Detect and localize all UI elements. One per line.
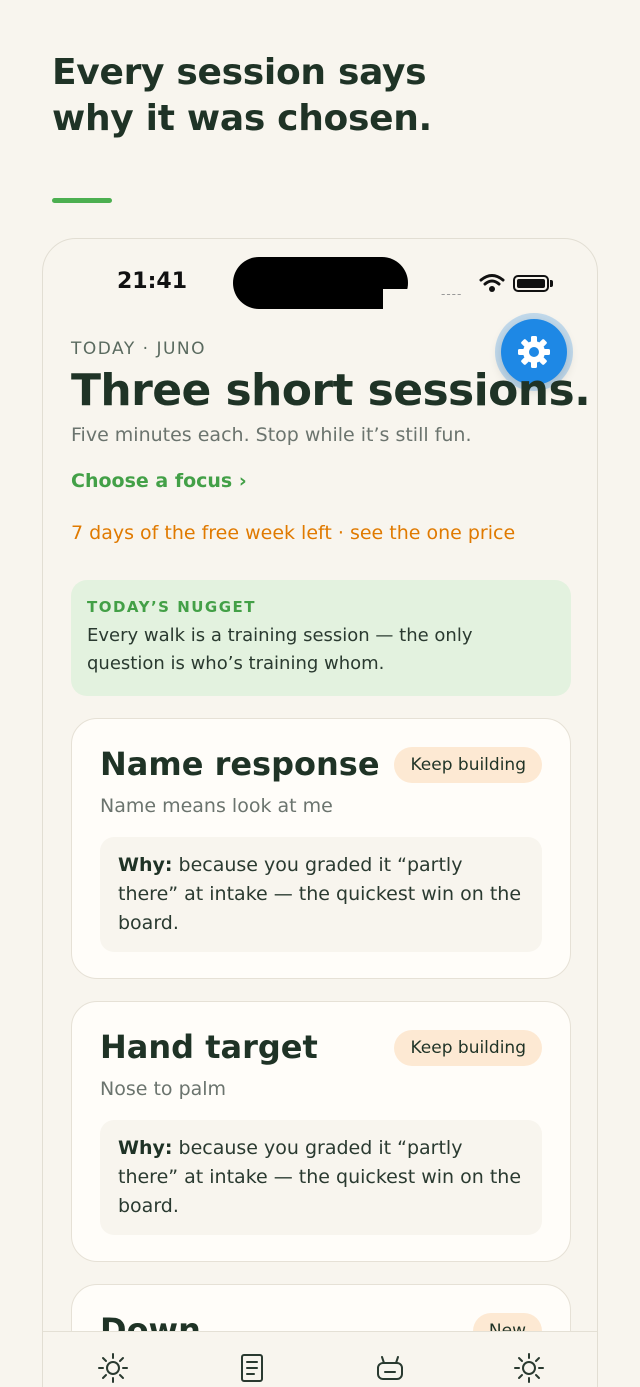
why-explanation: Why: because you graded it “partly there…	[100, 837, 542, 952]
battery-tip	[550, 280, 553, 287]
session-card-name-response[interactable]: Name response Keep building Name means l…	[71, 718, 571, 979]
nugget-label: TODAY’S NUGGET	[87, 598, 257, 616]
free-trial-link[interactable]: 7 days of the free week left · see the o…	[71, 522, 571, 544]
accent-divider	[52, 198, 112, 203]
status-badge: Keep building	[394, 1030, 542, 1066]
settings-sun-icon[interactable]	[513, 1352, 545, 1384]
todays-nugget: TODAY’S NUGGET Every walk is a training …	[71, 580, 571, 696]
sun-icon[interactable]	[97, 1352, 129, 1384]
session-subtitle: Name means look at me	[100, 795, 333, 817]
page-title: Three short sessions.	[71, 365, 591, 416]
bottom-tab-bar	[43, 1331, 597, 1387]
status-time: 21:41	[117, 269, 188, 294]
eyebrow-label: TODAY · JUNO	[71, 339, 207, 359]
why-label: Why:	[118, 1137, 173, 1159]
why-text: because you graded it “partly there” at …	[118, 854, 522, 934]
choose-focus-link[interactable]: Choose a focus ›	[71, 470, 571, 492]
headline-line-1: Every session says	[52, 52, 427, 93]
battery-icon	[513, 275, 549, 292]
session-subtitle: Nose to palm	[100, 1078, 227, 1100]
phone-frame: 21:41 ---- TODAY · JUNO Three short sess…	[42, 238, 598, 1387]
session-card-hand-target[interactable]: Hand target Keep building Nose to palm W…	[71, 1001, 571, 1262]
page-subtitle: Five minutes each. Stop while it’s still…	[71, 424, 472, 446]
wifi-icon	[479, 274, 505, 292]
notes-icon[interactable]	[236, 1352, 268, 1384]
why-label: Why:	[118, 854, 173, 876]
today-content: TODAY · JUNO Three short sessions. Five …	[71, 339, 591, 1387]
dynamic-island	[233, 257, 408, 309]
nugget-text: Every walk is a training session — the o…	[87, 625, 473, 674]
signal-icon: ----	[441, 287, 463, 301]
marketing-headline: Every session says why it was chosen.	[52, 50, 432, 142]
status-badge: Keep building	[394, 747, 542, 783]
island-notch	[383, 289, 413, 311]
why-explanation: Why: because you graded it “partly there…	[100, 1120, 542, 1235]
robot-icon[interactable]	[374, 1352, 406, 1384]
headline-line-2: why it was chosen.	[52, 98, 432, 139]
why-text: because you graded it “partly there” at …	[118, 1137, 522, 1217]
